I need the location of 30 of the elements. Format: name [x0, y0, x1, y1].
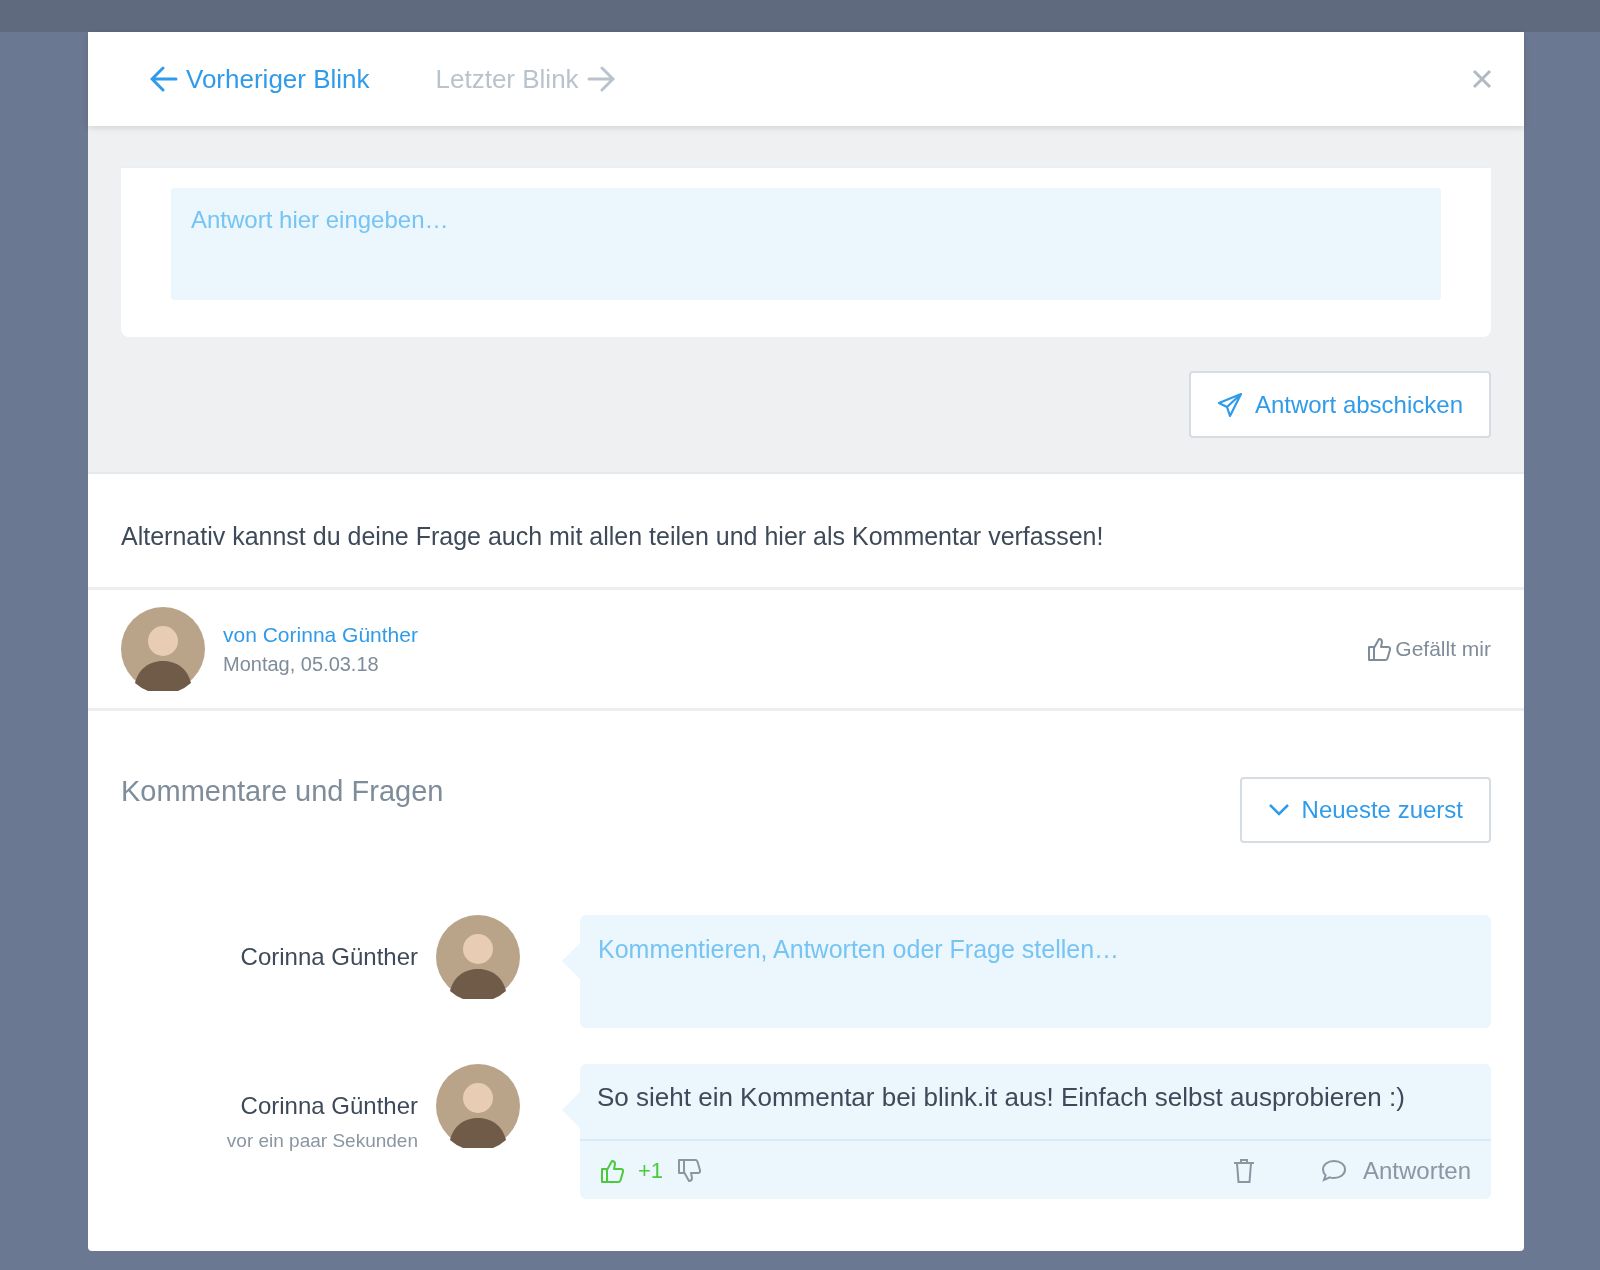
sort-button[interactable]: Neueste zuerst [1239, 777, 1491, 843]
close-button[interactable] [1472, 69, 1492, 89]
send-icon [1216, 391, 1243, 418]
author-link[interactable]: von Corinna Günther [223, 622, 418, 647]
arrow-left-icon [150, 66, 178, 92]
arrow-right-icon [586, 66, 615, 92]
commenter-name: Corinna Günther [239, 1092, 418, 1120]
comment-time: vor ein paar Sekunden [225, 1130, 418, 1152]
speech-bubble-icon [1320, 1159, 1347, 1183]
section-title: Kommentare und Fragen [121, 775, 444, 808]
answer-field[interactable]: Antwort hier eingeben… [171, 188, 1441, 300]
commenter-name: Corinna Günther [239, 943, 418, 971]
thumbs-up-icon [1367, 636, 1392, 662]
chevron-down-icon [1267, 803, 1290, 817]
upvote-button[interactable] [600, 1158, 624, 1184]
delete-button[interactable] [1232, 1158, 1255, 1184]
previous-link[interactable]: Vorheriger Blink [150, 63, 370, 95]
comment-text: So sieht ein Kommentar bei blink.it aus! Einfach selbst ausprobieren :) [580, 1064, 1491, 1141]
send-answer-button[interactable]: Antwort abschicken [1188, 371, 1491, 438]
like-button[interactable]: Gefällt mir [1367, 636, 1491, 662]
comment-field[interactable]: Kommentieren, Antworten oder Frage stellen… [580, 915, 1491, 1028]
post-date: Montag, 05.03.18 [223, 652, 380, 676]
thumbs-down-icon [677, 1158, 702, 1184]
thumbs-up-icon [600, 1158, 624, 1184]
trash-icon [1232, 1158, 1255, 1184]
vote-score: +1 [638, 1158, 664, 1184]
share-hint: Alternativ kannst du deine Frage auch mit allen teilen und hier als Kommentar verfassen! [88, 474, 1524, 590]
close-icon [1472, 69, 1492, 89]
reply-button[interactable]: Antworten [1320, 1157, 1471, 1185]
downvote-button[interactable] [677, 1158, 702, 1184]
